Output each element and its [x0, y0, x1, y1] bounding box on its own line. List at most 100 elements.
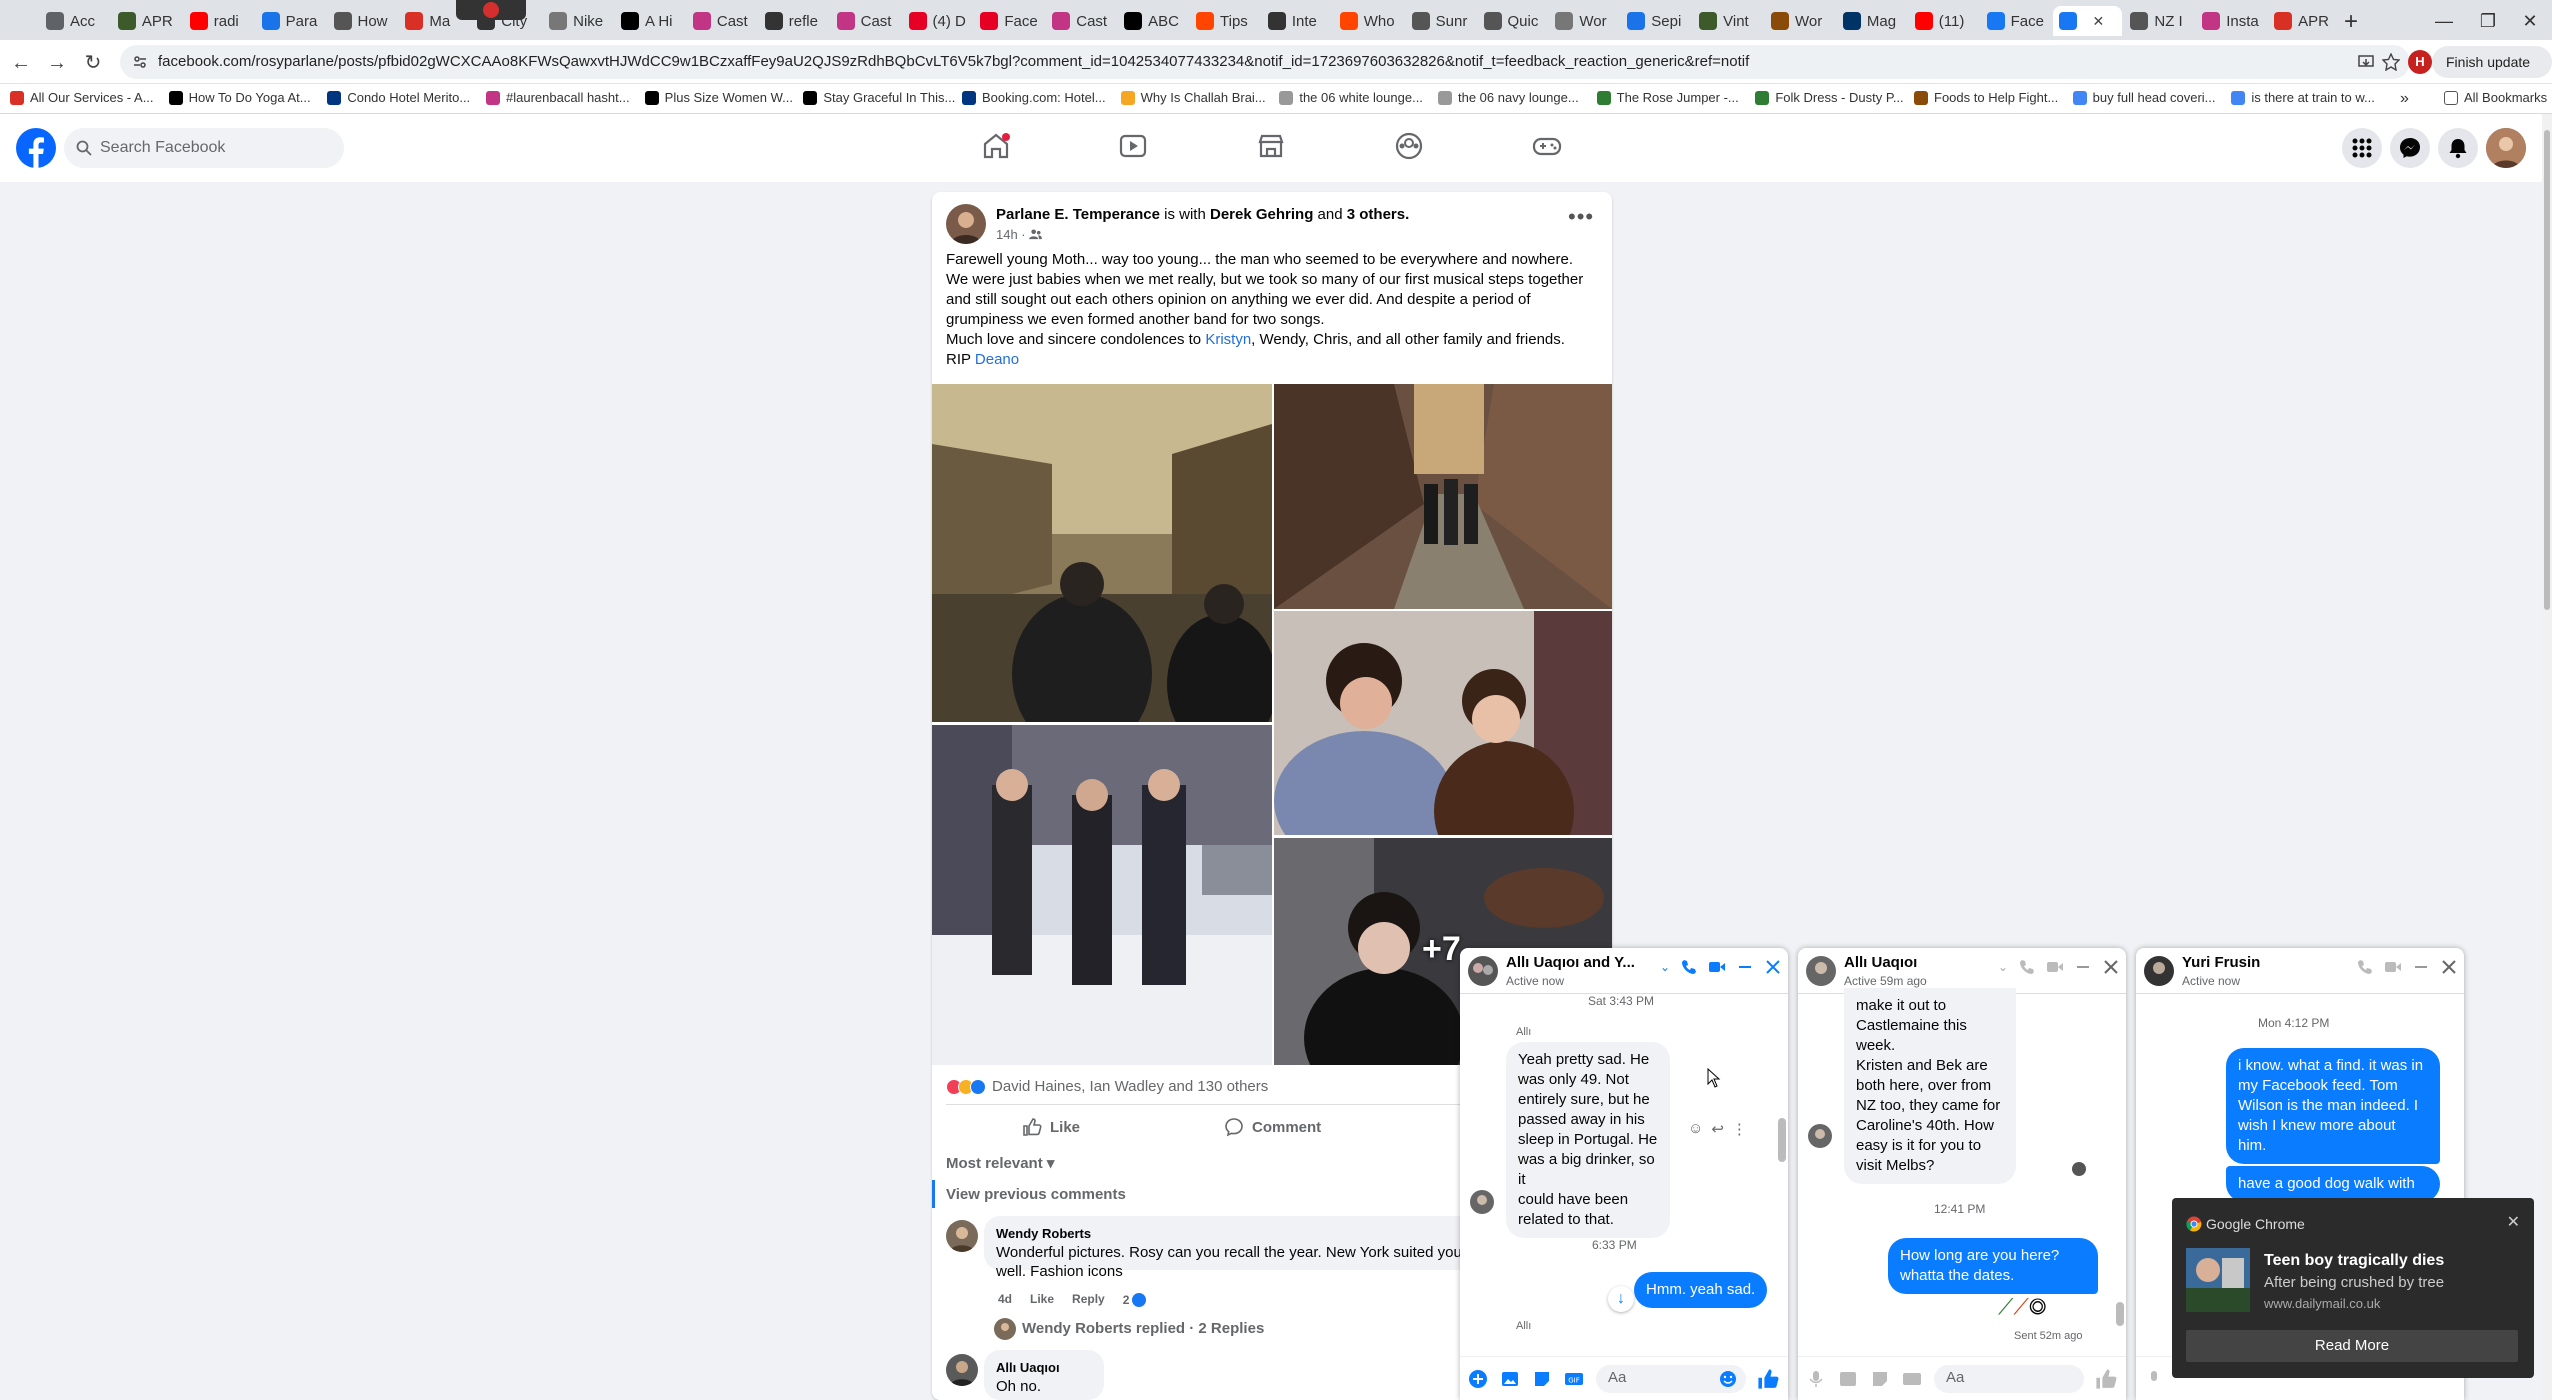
chat-scrollbar[interactable]: [2116, 1302, 2124, 1326]
messenger-button[interactable]: [2390, 128, 2430, 168]
minimize-icon[interactable]: [2412, 958, 2430, 976]
chevron-down-icon[interactable]: ⌄: [1998, 960, 2008, 974]
site-info-icon[interactable]: [132, 54, 148, 70]
browser-tab[interactable]: Mag: [1837, 6, 1907, 36]
comment-sort-dropdown[interactable]: Most relevant ▾: [946, 1154, 1054, 1172]
chat-header[interactable]: Yuri Frusin Active now: [2136, 948, 2464, 994]
reload-icon[interactable]: ↻: [80, 50, 106, 76]
omnibox[interactable]: facebook.com/rosyparlane/posts/pfbid02gW…: [120, 45, 2410, 79]
message-out[interactable]: have a good dog walk with: [2226, 1166, 2440, 1202]
phone-icon[interactable]: [2018, 958, 2036, 976]
comment-like-button[interactable]: Like: [1030, 1292, 1054, 1308]
browser-tab[interactable]: Quic: [1478, 6, 1548, 36]
chat-name[interactable]: Allı Uaqıoı and Y...: [1506, 954, 1635, 971]
react-icon[interactable]: ☺: [1688, 1120, 1703, 1138]
close-icon[interactable]: [2102, 958, 2120, 976]
bookmark-item[interactable]: Folk Dress - Dusty P...: [1755, 90, 1904, 105]
gaming-icon[interactable]: [1531, 130, 1563, 162]
comment-age[interactable]: 4d: [998, 1292, 1012, 1308]
browser-tab[interactable]: Insta: [2196, 6, 2266, 36]
browser-tab[interactable]: radi: [184, 6, 254, 36]
browser-tab[interactable]: (11): [1909, 6, 1979, 36]
browser-tab[interactable]: A Hi: [615, 6, 685, 36]
gif-icon[interactable]: [1902, 1369, 1922, 1389]
bookmark-item[interactable]: is there at train to w...: [2231, 90, 2375, 105]
bookmark-star-icon[interactable]: [2382, 53, 2400, 71]
view-replies-link[interactable]: Wendy Roberts replied · 2 Replies: [1022, 1320, 1264, 1337]
bookmark-item[interactable]: buy full head coveri...: [2072, 90, 2216, 105]
browser-tab[interactable]: APR: [112, 6, 182, 36]
message-in[interactable]: Yeah pretty sad. He was only 49. Not ent…: [1506, 1042, 1670, 1238]
chat-name[interactable]: Allı Uaqıoı: [1844, 954, 1917, 971]
bookmark-item[interactable]: the 06 navy lounge...: [1438, 90, 1579, 105]
close-window-button[interactable]: ✕: [2506, 6, 2552, 36]
commenter-name[interactable]: Allı Uaqıoı: [996, 1358, 1092, 1377]
browser-tab[interactable]: Sunr: [1406, 6, 1476, 36]
comment-button[interactable]: Comment: [1224, 1117, 1321, 1137]
restore-button[interactable]: ❐: [2464, 6, 2512, 36]
phone-icon[interactable]: [2356, 958, 2374, 976]
sticker-icon[interactable]: [1870, 1369, 1890, 1389]
home-icon[interactable]: [980, 130, 1012, 162]
bookmark-item[interactable]: Stay Graceful In This...: [803, 90, 955, 105]
browser-tab[interactable]: Para: [256, 6, 326, 36]
menu-button[interactable]: [2342, 128, 2382, 168]
search-input[interactable]: Search Facebook: [64, 128, 344, 168]
video-call-icon[interactable]: [1708, 958, 1726, 976]
browser-tab[interactable]: Vint: [1693, 6, 1763, 36]
browser-tab[interactable]: Face: [1981, 6, 2051, 36]
message-out[interactable]: Hmm. yeah sad.: [1634, 1272, 1768, 1308]
browser-tab[interactable]: Cast: [687, 6, 757, 36]
browser-tab[interactable]: Wor: [1549, 6, 1619, 36]
close-tab-icon[interactable]: ✕: [2093, 13, 2105, 30]
gif-icon[interactable]: GIF: [1564, 1369, 1584, 1389]
chevron-down-icon[interactable]: ⌄: [1660, 960, 1670, 974]
message-out[interactable]: How long are you here? whatta the dates.: [1888, 1238, 2098, 1294]
emoji-icon[interactable]: [1718, 1369, 1738, 1389]
reaction-stickers[interactable]: ⟋⟋◎: [1998, 1294, 2046, 1320]
browser-tab[interactable]: ABC: [1118, 6, 1188, 36]
reply-icon[interactable]: ↩: [1711, 1120, 1724, 1138]
forward-icon[interactable]: →: [44, 50, 70, 76]
page-scrollbar-thumb[interactable]: [2544, 130, 2550, 610]
browser-tab[interactable]: ✕: [2052, 6, 2123, 36]
mic-icon[interactable]: [1806, 1369, 1826, 1389]
bookmark-item[interactable]: #laurenbacall hasht...: [486, 90, 630, 105]
comment-reply-button[interactable]: Reply: [1072, 1292, 1105, 1308]
account-avatar[interactable]: [2486, 128, 2526, 168]
browser-tab[interactable]: Cast: [831, 6, 901, 36]
browser-tab[interactable]: refle: [759, 6, 829, 36]
commenter-avatar[interactable]: [946, 1354, 978, 1386]
video-call-icon[interactable]: [2046, 958, 2064, 976]
image-icon[interactable]: [1500, 1369, 1520, 1389]
comment-likes[interactable]: 2: [1123, 1292, 1148, 1308]
minimize-icon[interactable]: [2074, 958, 2092, 976]
minimize-button[interactable]: —: [2420, 6, 2468, 36]
chat-header[interactable]: Allı Uaqıoı and Y... Active now ⌄: [1460, 948, 1788, 994]
browser-tab[interactable]: APR: [2268, 6, 2338, 36]
browser-tab[interactable]: NZ I: [2124, 6, 2194, 36]
close-icon[interactable]: [2440, 958, 2458, 976]
close-icon[interactable]: ✕: [2507, 1212, 2520, 1232]
chrome-notification[interactable]: Google Chrome ✕ Teen boy tragically dies…: [2172, 1198, 2534, 1378]
recording-indicator[interactable]: [456, 0, 526, 20]
browser-tab[interactable]: (4) D: [903, 6, 973, 36]
marketplace-icon[interactable]: [1255, 130, 1287, 162]
browser-tab[interactable]: How: [328, 6, 398, 36]
message-out[interactable]: i know. what a find. it was in my Facebo…: [2226, 1048, 2440, 1164]
browser-tab[interactable]: Inte: [1262, 6, 1332, 36]
video-call-icon[interactable]: [2384, 958, 2402, 976]
browser-tab[interactable]: Tips: [1190, 6, 1260, 36]
url-text[interactable]: facebook.com/rosyparlane/posts/pfbid02gW…: [158, 53, 1749, 70]
notifications-button[interactable]: [2438, 128, 2478, 168]
browser-tab[interactable]: Who: [1334, 6, 1404, 36]
facebook-logo-icon[interactable]: [16, 128, 56, 168]
finish-update-button[interactable]: Finish update ⋮: [2432, 46, 2552, 102]
bookmark-item[interactable]: Foods to Help Fight...: [1914, 90, 2058, 105]
bookmark-item[interactable]: All Our Services - A...: [10, 90, 154, 105]
bookmarks-overflow-icon[interactable]: »: [2400, 90, 2409, 108]
more-icon[interactable]: ⋮: [1732, 1120, 1747, 1138]
browser-tab[interactable]: Cast: [1046, 6, 1116, 36]
sticker-icon[interactable]: [1532, 1369, 1552, 1389]
commenter-avatar[interactable]: [946, 1220, 978, 1252]
